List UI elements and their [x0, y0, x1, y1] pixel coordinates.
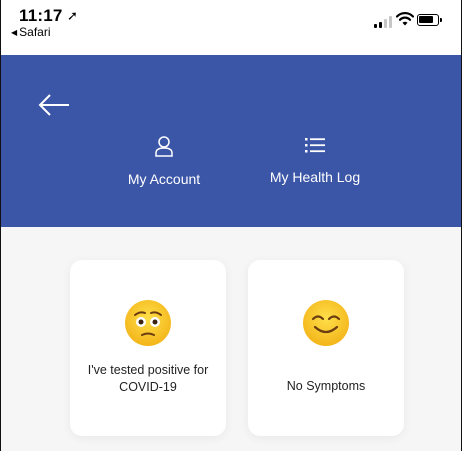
back-to-app-link[interactable]: ◀ Safari: [11, 25, 51, 39]
status-time: 11:17: [19, 6, 63, 25]
list-icon: [305, 138, 325, 153]
location-arrow-icon: ➚: [67, 8, 78, 23]
tested-positive-label: I've tested positive for COVID-19: [87, 363, 209, 394]
my-account-button[interactable]: My Account: [109, 135, 219, 187]
tested-positive-card[interactable]: I've tested positive for COVID-19: [70, 260, 226, 436]
back-triangle-icon: ◀: [11, 28, 18, 37]
cellular-signal-icon: [374, 14, 394, 28]
app-header: My Account My Health Log: [1, 55, 461, 227]
my-account-label: My Account: [127, 171, 201, 187]
app-frame: 11:17 ➚ ◀ Safari My Account My Health Lo…: [0, 0, 462, 451]
battery-icon: [417, 14, 442, 26]
arrow-left-icon[interactable]: [37, 93, 71, 117]
no-symptoms-label: No Symptoms: [286, 379, 366, 393]
back-app-label: Safari: [19, 25, 51, 39]
my-health-log-button[interactable]: My Health Log: [253, 135, 377, 185]
worried-face-icon: [125, 300, 171, 346]
my-health-log-label: My Health Log: [269, 169, 361, 185]
status-bar: 11:17 ➚ ◀ Safari: [1, 0, 461, 55]
no-symptoms-card[interactable]: No Symptoms: [248, 260, 404, 436]
wifi-icon: [396, 12, 414, 26]
smiling-face-icon: [303, 300, 349, 346]
user-icon: [155, 136, 173, 157]
